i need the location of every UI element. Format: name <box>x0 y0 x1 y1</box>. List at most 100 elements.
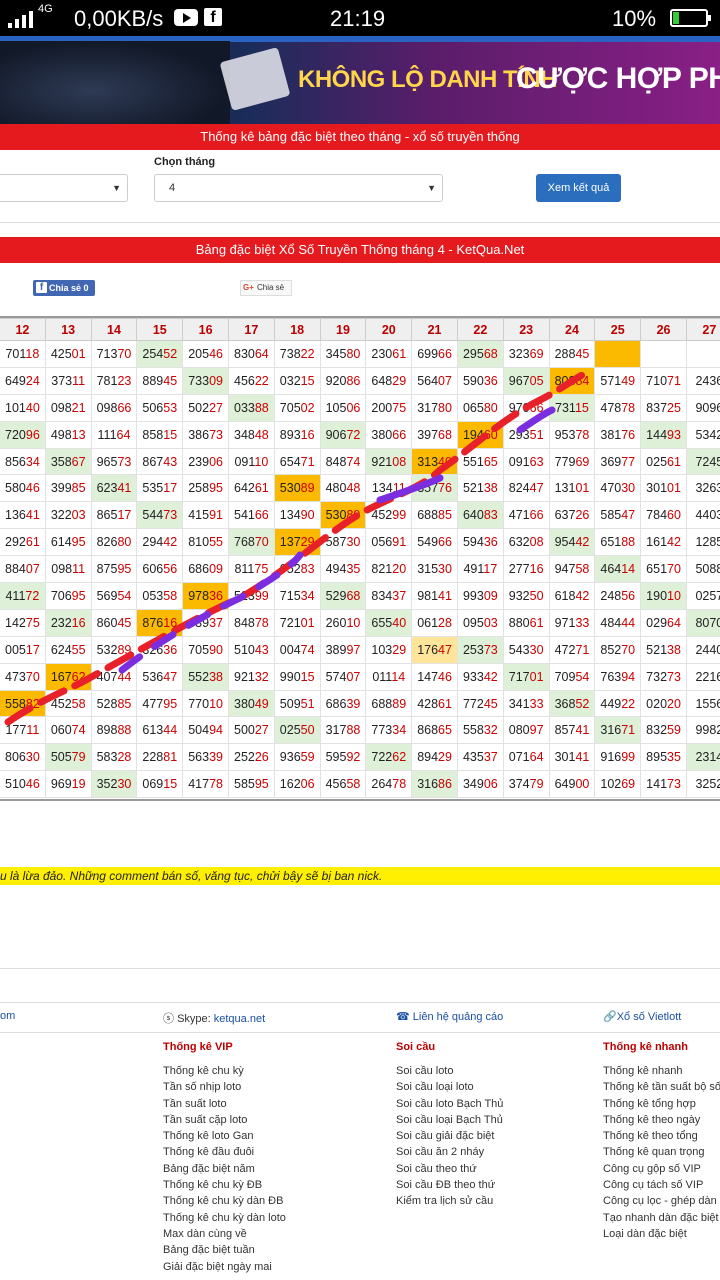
prize-cell: 14275 <box>0 608 46 637</box>
table-row: 10140 09821 09866 50653 50227 03388 70502 10506… <box>0 393 720 422</box>
prize-cell: 00517 <box>0 635 46 664</box>
footer-link[interactable]: Thống kê loto Gan <box>163 1128 286 1144</box>
prize-cell: 50951 <box>273 689 321 718</box>
footer-link[interactable]: Soi cầu giải đặc biệt <box>396 1128 503 1144</box>
prize-cell <box>594 340 642 368</box>
footer-link[interactable]: Thống kê theo tổng <box>603 1128 720 1144</box>
footer-link[interactable]: Soi cầu ĐB theo thứ <box>396 1177 503 1193</box>
year-select[interactable]: ▼ <box>0 174 128 202</box>
footer-link[interactable]: Kiểm tra lịch sử cầu <box>396 1193 503 1209</box>
prize-cell: 85270 <box>594 635 642 664</box>
footer-link[interactable]: Tần suất loto <box>163 1096 286 1112</box>
day-header: 14 <box>90 318 138 341</box>
footer-link[interactable]: Soi cầu loto <box>396 1063 503 1079</box>
prize-cell: 30141 <box>548 743 596 772</box>
prize-cell: 85634 <box>0 447 46 476</box>
prize-cell: 86865 <box>411 716 458 745</box>
prize-cell: 11164 <box>90 420 138 449</box>
prize-cell: 71534 <box>273 582 321 610</box>
footer-link[interactable]: Max dàn cùng về <box>163 1226 286 1242</box>
prize-cell: 94758 <box>548 555 596 584</box>
footer-link[interactable]: Soi cầu theo thứ <box>396 1161 503 1177</box>
footer-link[interactable]: Thống kê tần suất bộ số <box>603 1079 720 1095</box>
prize-cell: 81055 <box>182 528 229 557</box>
prize-cell: 32203 <box>44 501 92 530</box>
signal-icon <box>8 8 33 28</box>
prize-cell: 2440 <box>685 635 720 664</box>
ad-banner[interactable]: KHÔNG LỘ DANH TÍNH CƯỢC HỢP PHÁP <box>0 36 720 124</box>
day-header: 16 <box>182 318 229 341</box>
footer-link[interactable]: Thống kê theo ngày <box>603 1112 720 1128</box>
footer-link[interactable]: Soi cầu ăn 2 nháy <box>396 1144 503 1160</box>
prize-cell: 73273 <box>640 662 687 691</box>
vietlott-link[interactable]: 🔗Xổ số Vietlott <box>603 1010 681 1023</box>
month-select[interactable]: 4 ▼ <box>154 174 443 202</box>
footer-link[interactable]: Tần số nhịp loto <box>163 1079 286 1095</box>
footer-link[interactable]: Soi cầu loto Bạch Thủ <box>396 1096 503 1112</box>
footer-link[interactable]: Công cụ lọc - ghép dàn <box>603 1193 720 1209</box>
footer-link[interactable]: Thống kê quan trọng <box>603 1144 720 1160</box>
day-header: 27 <box>685 318 720 341</box>
prize-cell: 31530 <box>411 555 458 584</box>
prize-cell: 48444 <box>594 608 642 637</box>
prize-cell: 16142 <box>640 528 687 557</box>
prize-cell: 39985 <box>44 474 92 503</box>
prize-cell: 65471 <box>273 447 321 476</box>
clock: 21:19 <box>330 6 386 31</box>
footer-link[interactable]: Bảng đặc biệt tuần <box>163 1242 286 1258</box>
prize-cell: 89429 <box>411 743 458 772</box>
prize-cell: 70502 <box>273 393 321 422</box>
footer-link[interactable]: Soi cầu loại loto <box>396 1079 503 1095</box>
prize-cell: 14746 <box>411 662 458 691</box>
prize-cell: 2436 <box>685 366 720 395</box>
footer-link[interactable]: Thống kê chu kỳ dàn loto <box>163 1210 286 1226</box>
prize-cell: 24856 <box>594 582 642 610</box>
advertise-contact-link[interactable]: ☎ Liên hệ quảng cáo <box>396 1010 503 1023</box>
prize-cell: 06074 <box>44 716 92 745</box>
footer-link[interactable]: Bảng đặc biệt năm <box>163 1161 286 1177</box>
prize-cell: 70118 <box>0 340 46 368</box>
footer-link[interactable]: Thống kê chu kỳ dàn ĐB <box>163 1193 286 1209</box>
day-header: 17 <box>227 318 275 341</box>
prize-cell: 55165 <box>456 447 504 476</box>
footer-link-email[interactable]: om <box>0 1010 15 1022</box>
footer-link[interactable]: Loại dàn đặc biệt <box>603 1226 720 1242</box>
prize-cell: 1556 <box>685 689 720 718</box>
prize-cell: 35867 <box>44 447 92 476</box>
footer-link[interactable]: Thống kê nhanh <box>603 1063 720 1079</box>
footer-link[interactable]: Soi cầu loại Bạch Thủ <box>396 1112 503 1128</box>
footer-link[interactable]: Thống kê đầu đuôi <box>163 1144 286 1160</box>
prize-cell: 16762 <box>44 662 92 691</box>
prize-cell: 38673 <box>182 420 229 449</box>
table-header-row: 12 13 14 15 16 17 18 19 20 21 22 23 24 25 26 27 <box>0 318 720 341</box>
footer-link[interactable]: Thống kê tổng hợp <box>603 1096 720 1112</box>
footer-link[interactable]: Công cụ gộp số VIP <box>603 1161 720 1177</box>
google-share-button[interactable]: Chia sẻ <box>240 280 292 296</box>
footer-link[interactable]: Giải đặc biệt ngày mai <box>163 1259 286 1275</box>
prize-cell: 82120 <box>365 555 413 584</box>
table-row: 00517 62455 53289 32636 70590 51043 00474 38997… <box>0 635 720 664</box>
prize-cell: 77245 <box>456 689 504 718</box>
prize-cell: 71370 <box>90 340 138 368</box>
prize-cell: 13411 <box>365 474 413 503</box>
skype-contact[interactable]: ⓢ Skype: ketqua.net <box>163 1010 265 1026</box>
footer-link[interactable]: Công cụ tách số VIP <box>603 1177 720 1193</box>
facebook-share-button[interactable]: Chia sẻ 0 <box>33 280 95 296</box>
prize-cell: 83937 <box>182 608 229 637</box>
facebook-icon: f <box>204 8 222 26</box>
prize-cell: 49435 <box>319 555 367 584</box>
footer-link[interactable]: Tạo nhanh dàn đặc biệt <box>603 1210 720 1226</box>
prize-cell: 61842 <box>548 582 596 610</box>
prize-cell: 32369 <box>502 340 550 368</box>
prize-cell: 95442 <box>548 528 596 557</box>
footer-link[interactable]: Thống kê chu kỳ ĐB <box>163 1177 286 1193</box>
prize-cell: 72262 <box>365 743 413 772</box>
view-results-button[interactable]: Xem kết quả <box>536 174 621 202</box>
footer-link[interactable]: Thống kê chu kỳ <box>163 1063 286 1079</box>
phone-icon: ☎ <box>396 1011 410 1023</box>
prize-cell: 20546 <box>182 340 229 368</box>
footer-link[interactable]: Tần suất cặp loto <box>163 1112 286 1128</box>
prize-cell: 97133 <box>548 608 596 637</box>
day-header: 20 <box>365 318 413 341</box>
prize-cell: 58046 <box>0 474 46 503</box>
